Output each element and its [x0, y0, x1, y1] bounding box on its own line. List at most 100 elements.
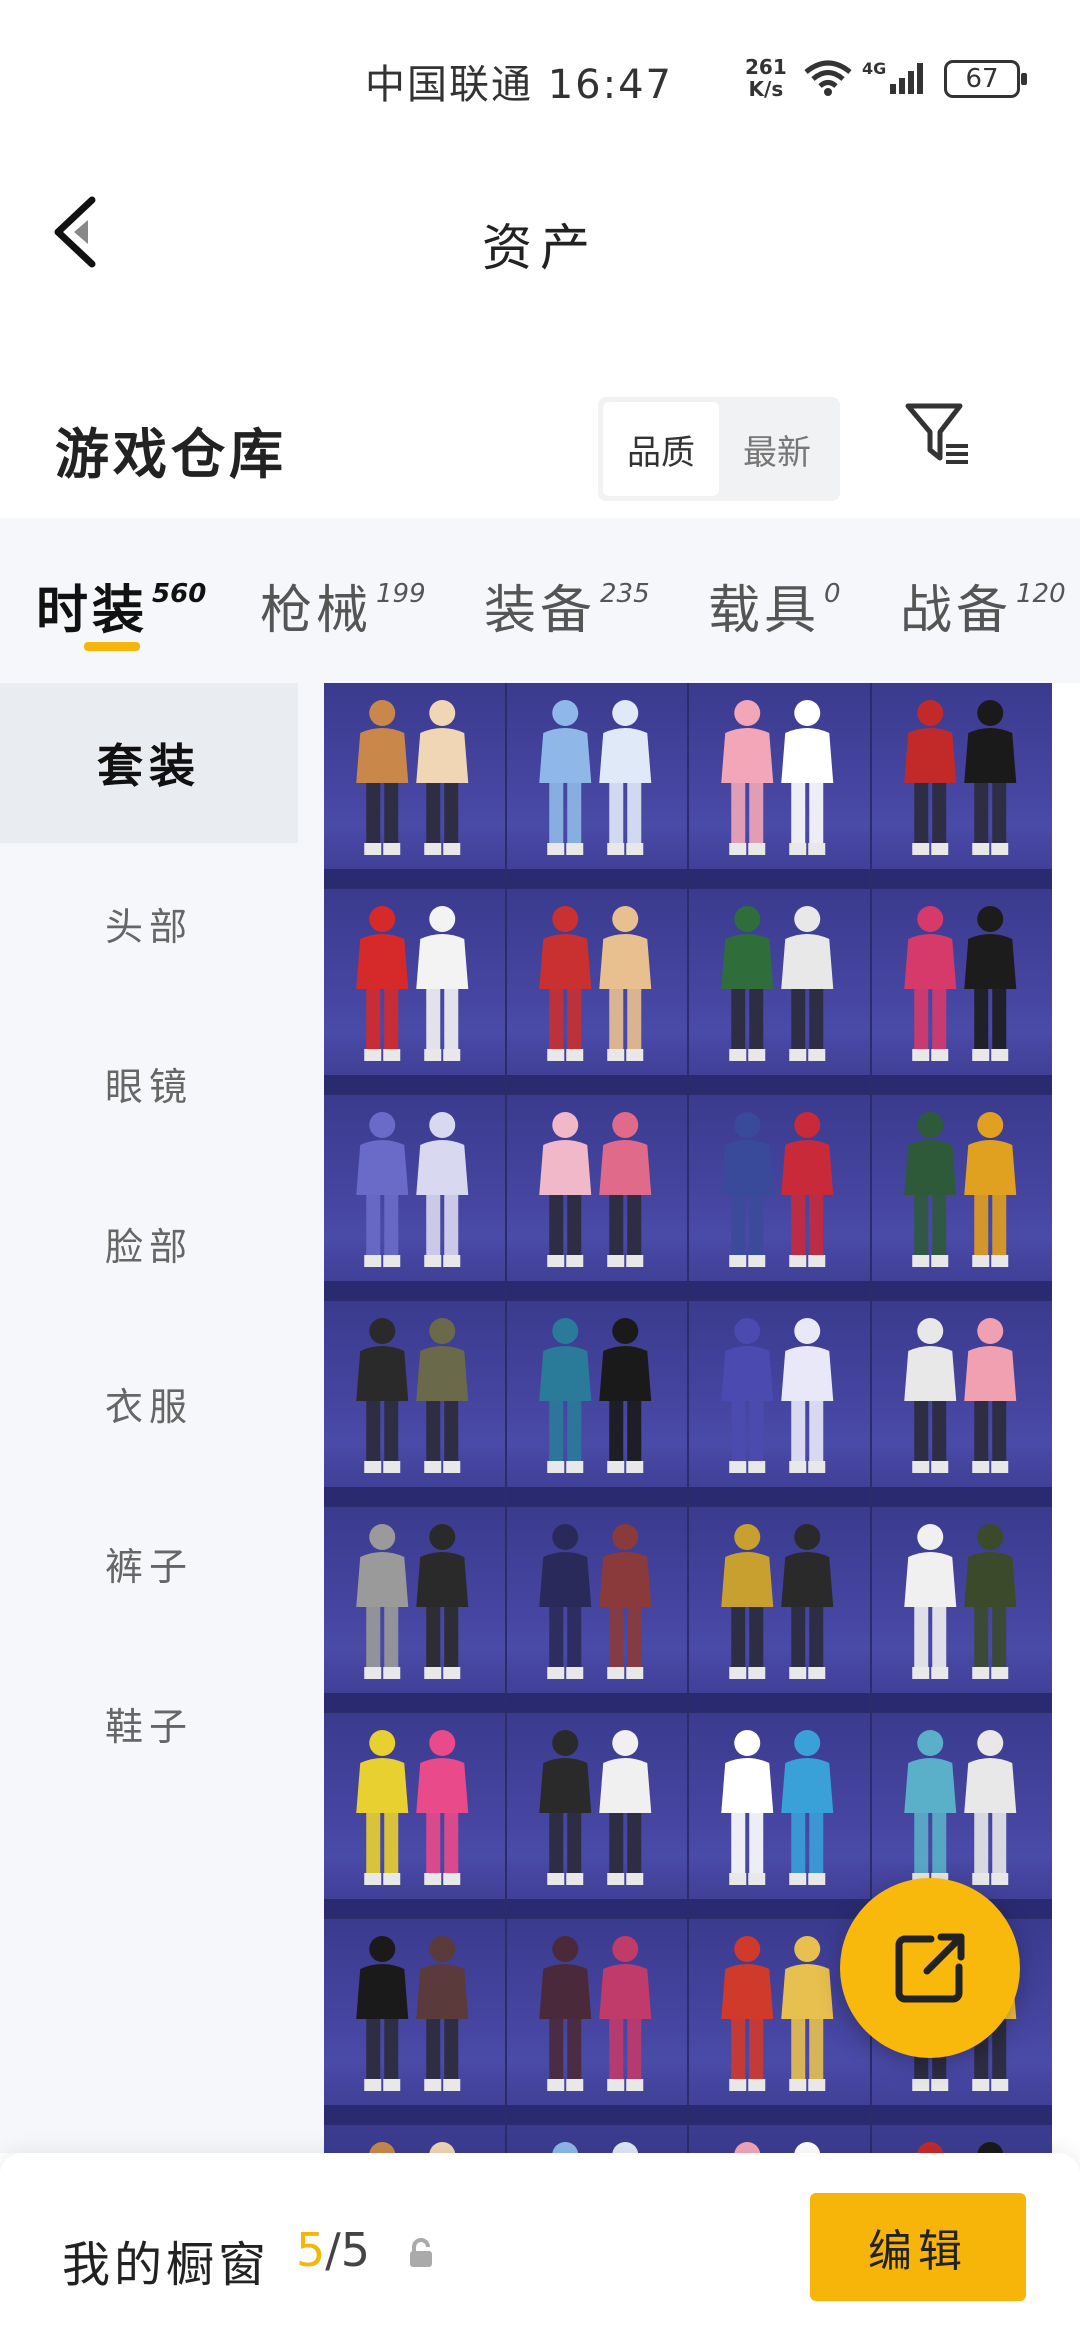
outfit-item[interactable]	[506, 1095, 687, 1299]
sidebar-item-face[interactable]: 脸部	[0, 1163, 298, 1323]
outfit-item-caption	[689, 2105, 870, 2123]
outfit-thumbnail	[903, 1524, 1016, 1679]
outfit-thumbnail	[734, 2142, 821, 2153]
filter-icon[interactable]	[904, 400, 974, 470]
showcase-total: /5	[325, 2223, 371, 2277]
outfit-item[interactable]	[689, 889, 870, 1093]
outfit-item[interactable]	[689, 1301, 870, 1505]
outfit-item[interactable]	[871, 1095, 1052, 1299]
app-header: 资产	[0, 150, 1080, 315]
outfit-item-caption	[506, 1899, 687, 1917]
outfit-thumbnail	[356, 906, 469, 1061]
sidebar-item-glasses[interactable]: 眼镜	[0, 1003, 298, 1163]
outfit-item-caption	[871, 2105, 1052, 2123]
sort-newest-option[interactable]: 最新	[719, 402, 835, 496]
outfit-item[interactable]	[871, 683, 1052, 887]
outfit-item[interactable]	[871, 889, 1052, 1093]
outfit-item-caption	[689, 1487, 870, 1505]
outfit-item-caption	[324, 1281, 505, 1299]
tab-label: 时装	[36, 581, 149, 641]
outfit-item[interactable]	[506, 1301, 687, 1505]
tab-count: 199	[376, 579, 426, 609]
sidebar-item-outfits[interactable]: 套装	[0, 683, 298, 843]
share-fab[interactable]	[840, 1878, 1020, 2058]
tab-fashion[interactable]: 时装 560	[36, 568, 206, 643]
subcategory-sidebar: 套装 头部 眼镜 脸部 衣服 裤子 鞋子	[0, 683, 298, 2153]
outfit-thumbnail	[721, 1730, 834, 1885]
outfit-item[interactable]	[689, 683, 870, 887]
tab-label: 装备	[484, 581, 597, 641]
outfit-thumbnail	[538, 906, 651, 1061]
outfit-item-caption	[871, 869, 1052, 887]
outfit-item-caption	[871, 1487, 1052, 1505]
active-tab-indicator	[84, 642, 140, 651]
outfit-item[interactable]	[506, 1713, 687, 1917]
tab-guns[interactable]: 枪械 199	[260, 568, 426, 643]
outfit-item-caption	[689, 1899, 870, 1917]
speed-value: 261	[745, 55, 787, 79]
outfit-item-caption	[506, 1281, 687, 1299]
outfit-item[interactable]	[689, 1095, 870, 1299]
tab-label: 枪械	[260, 581, 373, 641]
outfit-item-caption	[689, 1281, 870, 1299]
outfit-item[interactable]	[324, 1301, 505, 1505]
outfit-item-caption	[324, 2105, 505, 2123]
outfit-item[interactable]	[506, 889, 687, 1093]
outfit-item-caption	[506, 2105, 687, 2123]
outfit-item[interactable]	[324, 683, 505, 887]
outfit-item[interactable]	[324, 1507, 505, 1711]
category-tabs: 时装 560 枪械 199 装备 235 载具 0 战备 120	[0, 518, 1080, 683]
outfit-thumbnail	[538, 1318, 651, 1473]
outfit-item[interactable]	[324, 1713, 505, 1917]
sort-quality-option[interactable]: 品质	[603, 402, 719, 496]
outfit-thumbnail	[903, 1112, 1016, 1267]
outfit-item[interactable]	[689, 1713, 870, 1917]
outfit-thumbnail	[538, 700, 651, 855]
sidebar-item-pants[interactable]: 裤子	[0, 1483, 298, 1643]
edit-button[interactable]: 编辑	[810, 2193, 1026, 2301]
outfit-item[interactable]	[506, 2125, 687, 2153]
showcase-bar: 我的橱窗 5/5 编辑	[0, 2153, 1080, 2340]
tab-count: 0	[824, 579, 841, 609]
sidebar-item-clothes[interactable]: 衣服	[0, 1323, 298, 1483]
sidebar-item-head[interactable]: 头部	[0, 843, 298, 1003]
outfit-item-caption	[324, 869, 505, 887]
tab-combat-supplies[interactable]: 战备 120	[900, 568, 1066, 643]
warehouse-title: 游戏仓库	[55, 423, 287, 486]
outfit-thumbnail	[903, 906, 1016, 1061]
tab-equipment[interactable]: 装备 235	[484, 568, 650, 643]
outfit-item-caption	[506, 1075, 687, 1093]
outfit-item-caption	[324, 1899, 505, 1917]
outfit-item[interactable]	[324, 1919, 505, 2123]
outfit-thumbnail	[356, 1318, 469, 1473]
cellular-signal-icon: 4G	[862, 59, 923, 94]
outfit-item[interactable]	[324, 1095, 505, 1299]
outfit-item[interactable]	[871, 1301, 1052, 1505]
outfit-thumbnail	[903, 1730, 1016, 1885]
tab-count: 560	[152, 579, 207, 609]
outfit-thumbnail	[721, 1318, 834, 1473]
sort-segmented-control: 品质 最新	[598, 397, 840, 501]
outfit-item[interactable]	[689, 1507, 870, 1711]
tab-vehicles[interactable]: 载具 0	[708, 568, 841, 643]
outfit-item[interactable]	[506, 683, 687, 887]
outfit-item[interactable]	[689, 2125, 870, 2153]
outfit-item[interactable]	[324, 2125, 505, 2153]
outfit-item[interactable]	[506, 1507, 687, 1711]
sidebar-gap	[298, 683, 324, 2153]
outfit-item-caption	[506, 869, 687, 887]
outfit-item-caption	[324, 1075, 505, 1093]
sidebar-item-shoes[interactable]: 鞋子	[0, 1643, 298, 1803]
carrier-time: 中国联通 16:47	[365, 62, 673, 108]
outfit-item-caption	[689, 1075, 870, 1093]
outfit-item[interactable]	[506, 1919, 687, 2123]
outfit-thumbnail	[538, 1730, 651, 1885]
wifi-icon	[804, 60, 852, 96]
outfit-item[interactable]	[324, 889, 505, 1093]
outfit-item-caption	[506, 1487, 687, 1505]
status-bar: 中国联通 16:47 261 K/s 4G 67	[0, 0, 1080, 150]
outfit-item[interactable]	[871, 1507, 1052, 1711]
outfit-thumbnail	[356, 700, 469, 855]
outfit-item[interactable]	[871, 2125, 1052, 2153]
outfit-thumbnail	[356, 1730, 469, 1885]
